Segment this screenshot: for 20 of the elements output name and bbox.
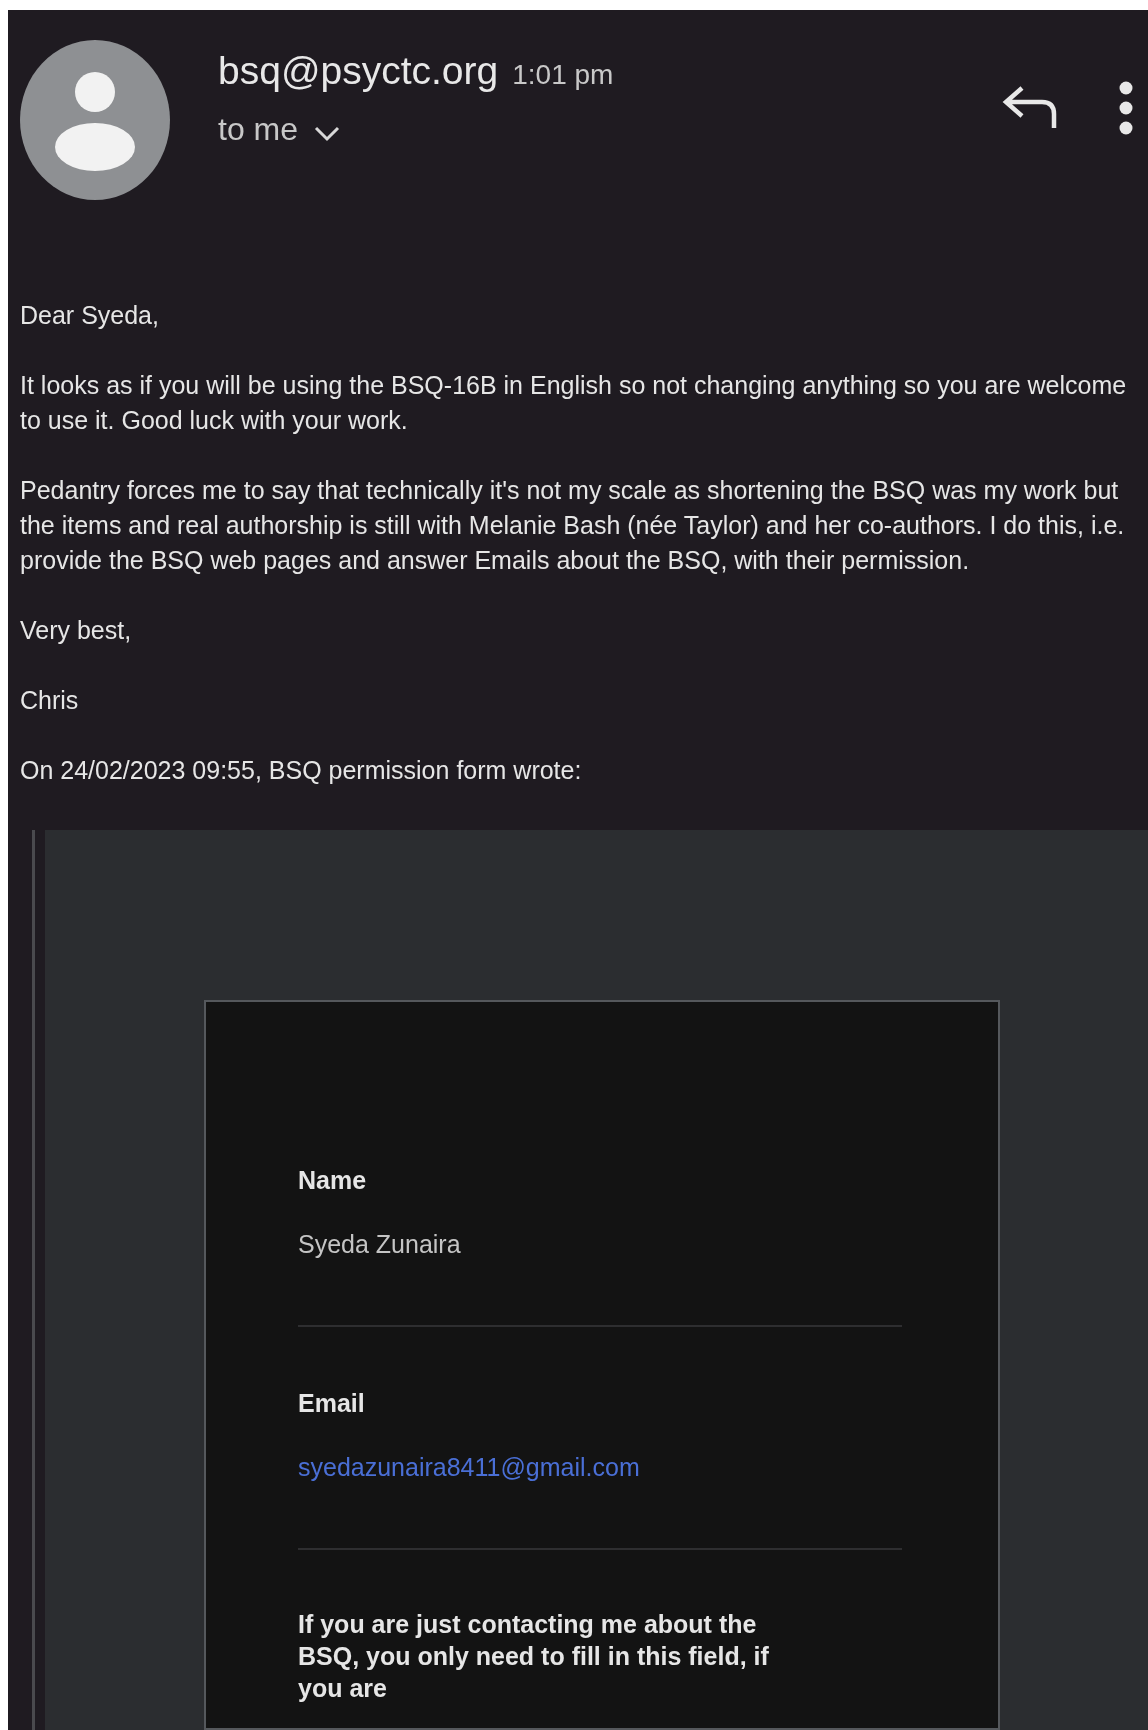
message-paragraph: Very best, <box>20 615 133 646</box>
field-value: Syeda Zunaira <box>298 1228 461 1260</box>
reply-button[interactable] <box>1002 84 1058 130</box>
message-paragraph: It looks as if you will be using the BSQ-16B in English so not changing anything so you are welcome to use it. Good luck with your work. <box>20 370 1128 436</box>
field-label: Name <box>298 1165 368 1196</box>
sender-address: bsq@psyctc.org <box>218 48 499 94</box>
message-paragraph: On 24/02/2023 09:55, BSQ permission form wrote: <box>20 755 583 786</box>
chevron-down-icon <box>314 125 341 142</box>
avatar-icon <box>20 40 170 200</box>
message-paragraph: Chris <box>20 685 80 716</box>
message-paragraph: Pedantry forces me to say that technically it's not my scale as shortening the BSQ was my work but the items and real authorship is still with Melanie Bash (née Taylor) and her co-authors. I do this, i.e. provide the BSQ web pages and answer Emails about the BSQ, with their permission. <box>20 475 1126 576</box>
more-icon <box>1118 80 1134 136</box>
reply-icon <box>1002 84 1058 130</box>
time: 1:01 pm <box>512 58 614 92</box>
form-note: If you are just contacting me about the BSQ, you only need to fill in this field, if you are <box>298 1609 770 1704</box>
more-button[interactable] <box>1118 80 1134 136</box>
recipient-toggle[interactable]: to me <box>218 104 341 153</box>
email-link[interactable]: syedazunaira8411@gmail.com <box>298 1448 640 1486</box>
field-label: Email <box>298 1388 366 1419</box>
message-paragraph: Dear Syeda, <box>20 300 160 331</box>
